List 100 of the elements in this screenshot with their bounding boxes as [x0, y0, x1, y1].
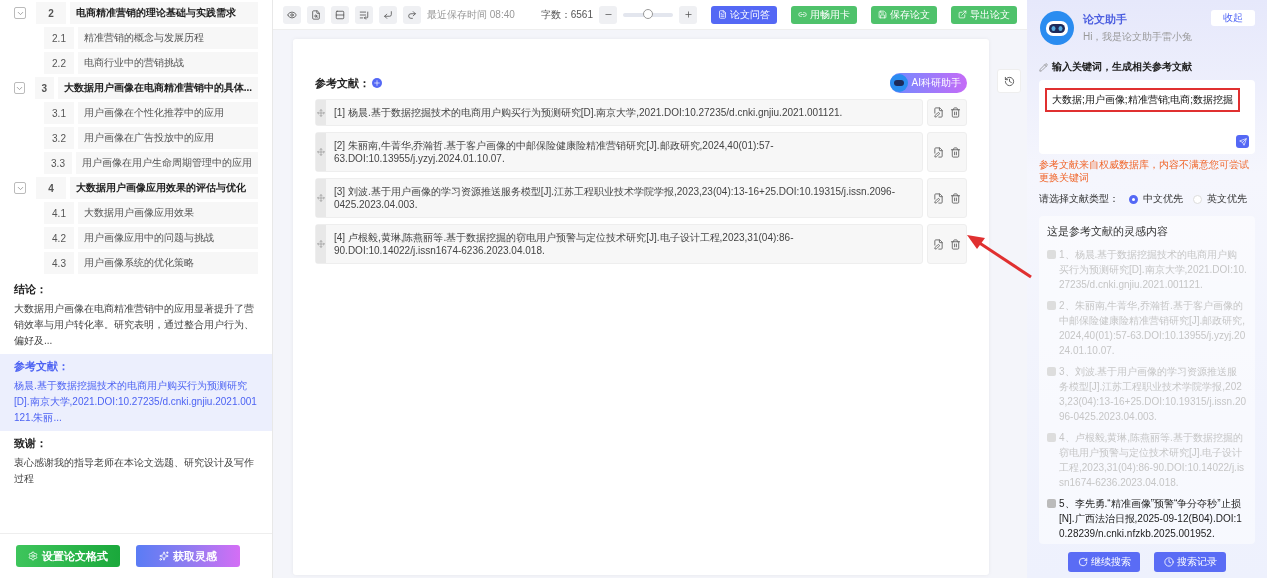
edit-icon[interactable] — [933, 107, 944, 118]
delete-icon[interactable] — [950, 107, 961, 118]
source-notice: 参考文献来自权威数据库，内容不满意您可尝试更换关键词 — [1039, 158, 1250, 184]
keyword-value: 大数据;用户画像;精准营销;电商;数据挖掘 — [1045, 88, 1241, 112]
section-number: 2.1 — [44, 27, 74, 49]
assistant-title: 论文助手 — [1083, 12, 1128, 27]
references-heading: 参考文献： — [315, 75, 370, 91]
edit-icon[interactable] — [933, 238, 944, 250]
zoom-in-button[interactable] — [679, 5, 697, 24]
section-title[interactable]: 电商行业中的营销挑战 — [78, 52, 258, 74]
collapse-toggle[interactable] — [14, 7, 26, 19]
return-icon — [383, 9, 393, 20]
section-title[interactable]: 用户画像在用户生命周期管理中的应用 — [76, 152, 258, 174]
redo-icon — [407, 9, 417, 20]
layout-button[interactable] — [331, 5, 349, 24]
word-count: 字数：6561 — [540, 7, 593, 22]
section-title[interactable]: 用户画像在个性化推荐中的应用 — [78, 102, 258, 124]
chapter-title[interactable]: 大数据用户画像应用效果的评估与优化 — [70, 177, 258, 199]
section-title[interactable]: 大数据用户画像应用效果 — [78, 202, 258, 224]
toolbar-button[interactable]: 论文问答 — [711, 5, 777, 24]
section-heading: 参考文献： — [14, 359, 70, 374]
slider-thumb[interactable] — [643, 8, 653, 19]
edit-icon[interactable] — [933, 146, 944, 158]
section-number: 4.3 — [44, 252, 74, 274]
delete-icon[interactable] — [950, 146, 961, 158]
list-button[interactable] — [355, 5, 373, 24]
collapse-toggle[interactable] — [14, 82, 25, 94]
section-heading: 结论： — [14, 282, 48, 297]
move-icon — [317, 108, 325, 117]
reference-entry[interactable]: [3] 刘波.基于用户画像的学习资源推送服务模型[J].江苏工程职业技术学院学报,2023,23(04):13-16+25.DOI:10.19315/j.issn.2096-0425.2023.04.003. — [315, 178, 923, 218]
zoom-slider[interactable] — [623, 12, 673, 17]
robot-avatar-icon — [1039, 10, 1075, 46]
action-button[interactable]: 搜索记录 — [1154, 552, 1226, 572]
gear-icon — [28, 551, 38, 561]
move-icon — [317, 148, 325, 156]
delete-icon[interactable] — [950, 192, 961, 204]
move-icon — [317, 240, 325, 248]
preview-button[interactable] — [283, 5, 301, 24]
save-icon — [878, 10, 887, 19]
section-number: 3.2 — [44, 127, 74, 149]
section-item[interactable]: 致谢： 衷心感谢我的指导老师在本论文选题、研究设计及写作过程 — [0, 431, 272, 492]
section-number: 2.2 — [44, 52, 74, 74]
last-saved-time: 最近保存时间 08:40 — [427, 7, 515, 22]
section-heading: 致谢： — [14, 436, 48, 451]
section-text: 大数据用户画像在电商精准营销中的应用显著提升了营销效率与用户转化率。研究表明，通过整合用户行为、偏好及... — [14, 302, 255, 348]
history-icon — [1003, 75, 1015, 87]
action-button[interactable]: 继续搜索 — [1068, 552, 1140, 572]
robot-icon — [889, 74, 908, 92]
drag-handle[interactable] — [316, 100, 326, 125]
section-item[interactable]: 参考文献： 杨晨.基于数据挖掘技术的电商用户购买行为预测研究[D].南京大学,2021.DOI:10.27235/d.cnki.gnjiu.2021.001121.朱丽... — [0, 354, 272, 431]
type-label: 请选择文献类型： — [1039, 192, 1119, 206]
reference-entry[interactable]: [1] 杨晨.基于数据挖掘技术的电商用户购买行为预测研究[D].南京大学,2021.DOI:10.27235/d.cnki.gnjiu.2021.001121. — [315, 99, 923, 126]
drag-handle[interactable] — [316, 225, 326, 263]
reference-entry[interactable]: [4] 卢根毅,黄琳,陈燕丽等.基于数据挖掘的窃电用户预警与定位技术研究[J].电子设计工程,2023,31(04):86-90.DOI:10.14022/j.issn1674-6236.2023.04.018. — [315, 224, 923, 264]
chapter-title[interactable]: 大数据用户画像在电商精准营销中的具体... — [57, 77, 258, 99]
collapse-button[interactable]: 收起 — [1211, 10, 1255, 26]
section-title[interactable]: 用户画像在广告投放中的应用 — [78, 127, 258, 149]
section-title[interactable]: 用户画像应用中的问题与挑战 — [78, 227, 258, 249]
search-button[interactable] — [307, 5, 325, 24]
type-radio[interactable]: 英文优先 — [1193, 192, 1247, 206]
section-item[interactable]: 结论： 大数据用户画像在电商精准营销中的应用显著提升了营销效率与用户转化率。研究表明，通过整合用户行为、偏好及... — [0, 277, 272, 354]
export-icon — [958, 10, 967, 19]
plus-icon — [373, 79, 381, 87]
add-icon[interactable] — [372, 78, 382, 88]
section-text: 衷心感谢我的指导老师在本论文选题、研究设计及写作过程 — [14, 456, 255, 486]
list-icon — [359, 9, 369, 20]
send-icon — [1238, 137, 1247, 146]
delete-icon[interactable] — [950, 238, 961, 250]
preview-icon — [287, 9, 297, 20]
reference-entry[interactable]: [2] 朱丽南,牛菁华,乔瀚哲.基于客户画像的中邮保险健康险精准营销研究[J].邮政研究,2024,40(01):57-63.DOI:10.13955/j.yzyj.2024.01.10.07. — [315, 132, 923, 172]
section-title[interactable]: 用户画像系统的优化策略 — [78, 252, 258, 274]
link-icon — [798, 10, 807, 19]
keyword-input[interactable]: 大数据;用户画像;精准营销;电商;数据挖掘 — [1039, 80, 1255, 154]
section-title[interactable]: 精准营销的概念与发展历程 — [78, 27, 258, 49]
chapter-title[interactable]: 电商精准营销的理论基础与实践需求 — [70, 2, 258, 24]
history-button[interactable] — [997, 69, 1021, 93]
section-number: 3.1 — [44, 102, 74, 124]
return-button[interactable] — [379, 5, 397, 24]
drag-handle[interactable] — [316, 179, 326, 217]
chapter-number: 3 — [35, 77, 54, 99]
section-number: 4.2 — [44, 227, 74, 249]
edit-icon[interactable] — [933, 192, 944, 204]
send-button[interactable] — [1236, 135, 1249, 148]
result-text[interactable]: 5、李先勇.“精准画像”预警“争分夺秒”止损[N].广西法治日报,2025-09-12(B04).DOI:10.28239/n.cnki.nfzkb.2025.001952. — [1059, 496, 1247, 541]
chapter-number: 2 — [36, 2, 66, 24]
chapter-number: 4 — [36, 177, 66, 199]
collapse-toggle[interactable] — [14, 182, 26, 194]
search-icon — [311, 9, 321, 20]
results-title: 这是参考文献的灵感内容 — [1047, 224, 1169, 239]
plus-icon — [683, 10, 693, 19]
move-icon — [317, 194, 325, 202]
refresh-icon — [1077, 557, 1088, 567]
drag-handle[interactable] — [316, 133, 326, 171]
section-number: 4.1 — [44, 202, 74, 224]
layout-icon — [335, 9, 345, 20]
sparkle-icon — [159, 551, 169, 561]
pencil-icon — [1039, 62, 1048, 72]
redo-button[interactable] — [403, 5, 421, 24]
type-radio[interactable]: 中文优先 — [1129, 192, 1183, 206]
document-icon — [718, 10, 727, 19]
